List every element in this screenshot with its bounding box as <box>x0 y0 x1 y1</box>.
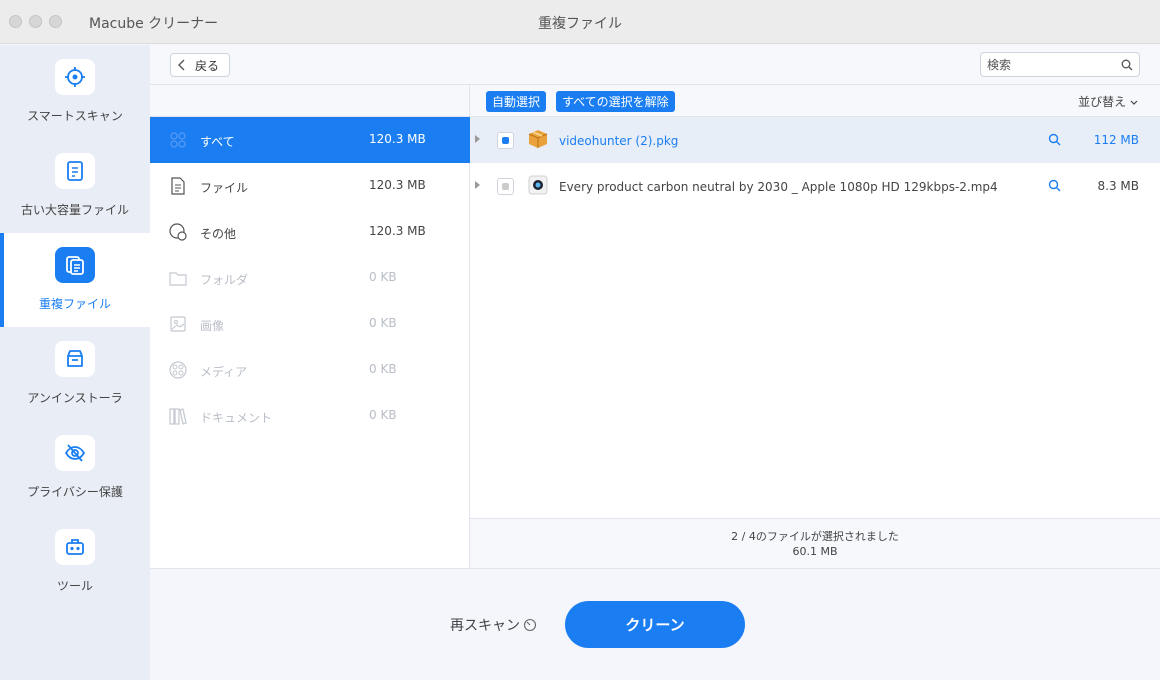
sidebar-item-duplicate-files[interactable]: 重複ファイル <box>0 233 150 327</box>
magnifier-icon[interactable] <box>1048 133 1061 146</box>
file-name: Every product carbon neutral by 2030 _ A… <box>559 180 998 194</box>
sort-label: 並び替え <box>1078 95 1127 109</box>
category-label: 画像 <box>200 319 225 333</box>
chevron-left-icon <box>178 59 185 71</box>
category-header <box>150 85 469 117</box>
books-icon <box>169 408 187 425</box>
toolbox-icon <box>55 529 95 565</box>
toolbar: 戻る 検索 <box>150 45 1160 85</box>
window-title: 重複ファイル <box>538 16 622 32</box>
category-size: 120.3 MB <box>369 178 426 192</box>
category-size: 0 KB <box>369 270 397 284</box>
category-size: 0 KB <box>369 408 397 422</box>
magnifier-icon[interactable] <box>1048 179 1061 192</box>
file-checkbox[interactable] <box>497 132 514 149</box>
sidebar-item-uninstaller[interactable]: アンインストーラ <box>0 327 150 421</box>
file-list: 自動選択 すべての選択を解除 並び替え videohunter (2).pkg … <box>470 85 1160 518</box>
category-label: メディア <box>200 365 248 379</box>
file-size: 112 MB <box>1093 133 1139 147</box>
category-label: フォルダ <box>200 273 249 287</box>
search-input[interactable]: 検索 <box>980 52 1140 77</box>
file-list-header: 自動選択 すべての選択を解除 並び替え <box>470 85 1160 117</box>
rescan-label: 再スキャン <box>450 618 520 634</box>
document-icon <box>55 153 95 189</box>
media-icon <box>169 361 187 379</box>
sidebar-item-privacy[interactable]: プライバシー保護 <box>0 421 150 515</box>
sidebar-item-large-old-files[interactable]: 古い大容量ファイル <box>0 139 150 233</box>
file-row[interactable]: Every product carbon neutral by 2030 _ A… <box>470 163 1160 209</box>
sort-button[interactable]: 並び替え <box>1078 93 1138 110</box>
category-item-files[interactable]: ファイル 120.3 MB <box>150 163 470 209</box>
sidebar-item-label: 古い大容量ファイル <box>20 203 129 217</box>
file-icon <box>171 177 185 195</box>
quicktime-icon <box>528 175 548 195</box>
title-bar: Macube クリーナー 重複ファイル <box>0 0 1160 44</box>
file-size: 8.3 MB <box>1097 179 1139 193</box>
deselect-all-button[interactable]: すべての選択を解除 <box>556 91 675 112</box>
category-item-all[interactable]: すべて 120.3 MB <box>150 117 470 163</box>
file-checkbox[interactable] <box>497 178 514 195</box>
selected-size: 60.1 MB <box>792 545 838 558</box>
category-label: ファイル <box>200 181 249 195</box>
package-icon <box>528 130 548 148</box>
sidebar-item-label: プライバシー保護 <box>27 485 123 499</box>
sidebar-item-label: 重複ファイル <box>38 297 111 311</box>
category-item-images[interactable]: 画像 0 KB <box>150 301 470 347</box>
category-size: 120.3 MB <box>369 224 426 238</box>
clean-button[interactable]: クリーン <box>565 601 745 648</box>
category-list: すべて 120.3 MB ファイル 120.3 MB その他 120.3 MB … <box>150 85 470 568</box>
category-size: 0 KB <box>369 362 397 376</box>
bottom-bar: 再スキャン クリーン <box>150 568 1160 680</box>
category-label: ドキュメント <box>200 411 273 425</box>
selected-count: 2 / 4のファイルが選択されました <box>731 530 899 543</box>
chevron-down-icon <box>1130 100 1138 105</box>
search-placeholder: 検索 <box>987 58 1012 72</box>
category-size: 0 KB <box>369 316 397 330</box>
file-row[interactable]: videohunter (2).pkg 112 MB <box>470 117 1160 163</box>
archive-box-icon <box>55 341 95 377</box>
expand-arrow-icon[interactable] <box>475 181 480 189</box>
folder-icon <box>169 272 187 286</box>
file-name: videohunter (2).pkg <box>559 134 679 148</box>
category-label: その他 <box>200 227 237 241</box>
category-label: すべて <box>200 135 235 149</box>
grid-icon <box>170 132 186 148</box>
category-size: 120.3 MB <box>369 132 426 146</box>
duplicate-files-icon <box>55 247 95 283</box>
selection-summary: 2 / 4のファイルが選択されました 60.1 MB <box>470 518 1160 568</box>
rescan-button[interactable]: 再スキャン <box>450 615 537 635</box>
category-item-folders[interactable]: フォルダ 0 KB <box>150 255 470 301</box>
sidebar-item-label: アンインストーラ <box>27 391 123 405</box>
auto-select-button[interactable]: 自動選択 <box>486 91 547 112</box>
sidebar-item-label: ツール <box>56 579 93 593</box>
eye-off-icon <box>55 435 95 471</box>
sidebar-item-smart-scan[interactable]: スマートスキャン <box>0 45 150 139</box>
other-icon <box>169 223 187 241</box>
search-icon <box>1121 59 1133 70</box>
category-item-media[interactable]: メディア 0 KB <box>150 347 470 393</box>
sidebar-item-label: スマートスキャン <box>27 109 123 123</box>
target-icon <box>55 59 95 95</box>
category-item-other[interactable]: その他 120.3 MB <box>150 209 470 255</box>
back-button[interactable]: 戻る <box>170 53 230 77</box>
category-item-documents[interactable]: ドキュメント 0 KB <box>150 393 470 439</box>
image-icon <box>170 316 186 332</box>
expand-arrow-icon[interactable] <box>475 135 480 143</box>
sidebar: スマートスキャン 古い大容量ファイル 重複ファイル アンインストーラ プライバシ… <box>0 45 150 680</box>
back-button-label: 戻る <box>195 58 220 73</box>
refresh-icon <box>523 618 537 632</box>
sidebar-item-tools[interactable]: ツール <box>0 515 150 609</box>
